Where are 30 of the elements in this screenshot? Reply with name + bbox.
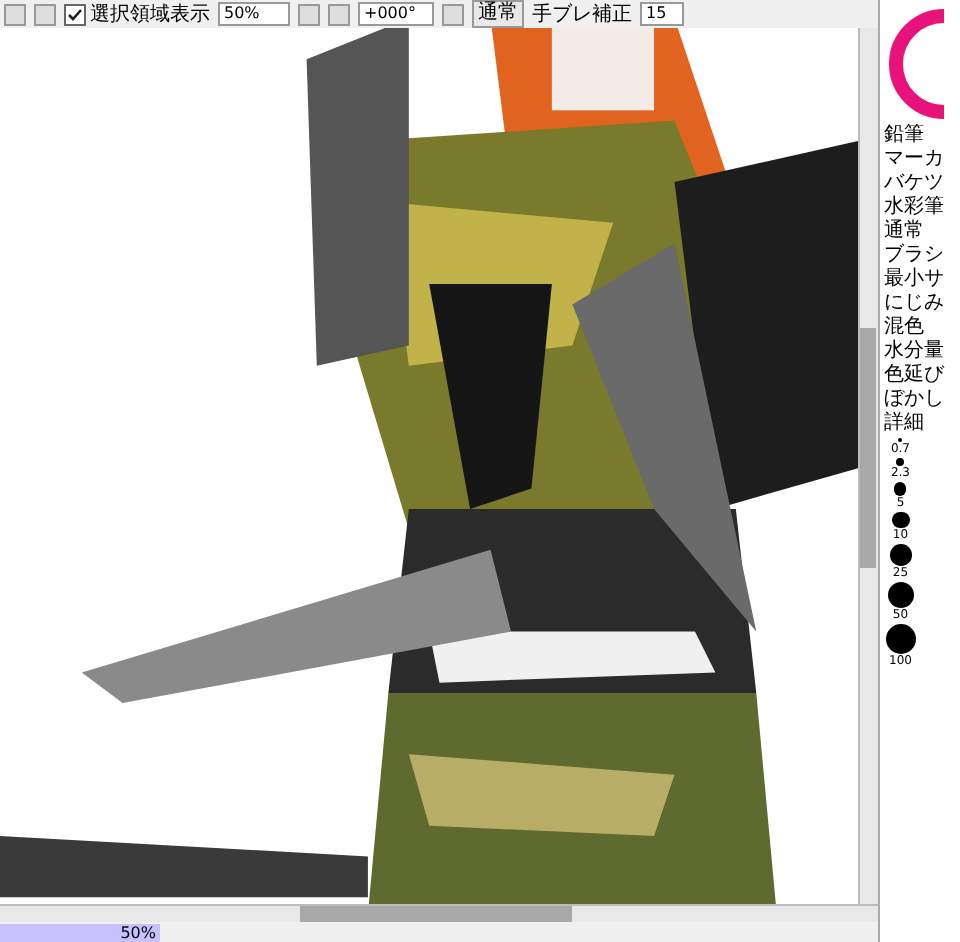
tool-item[interactable]: 鉛筆 — [884, 124, 960, 148]
brush-size-dot[interactable] — [894, 482, 907, 496]
selection-display-checkbox[interactable]: 選択領域表示 — [64, 0, 210, 28]
brush-setting-label: ブラシ — [884, 244, 947, 267]
blend-mode-button[interactable]: 通常 — [472, 0, 524, 28]
brush-size-dot[interactable] — [887, 581, 914, 608]
checkbox-label: 選択領域表示 — [90, 1, 210, 28]
horizontal-scrollbar[interactable] — [0, 904, 879, 922]
vertical-scrollbar[interactable] — [858, 28, 879, 904]
brush-setting-label: にじみ — [884, 292, 947, 316]
brush-setting-label: 詳細 — [884, 412, 927, 436]
brush-setting-label: 通常 — [884, 220, 927, 243]
tool-item[interactable]: マーカ — [884, 148, 960, 172]
stabilizer-field[interactable]: 15 — [640, 2, 684, 26]
brush-setting-label: 混色 — [884, 316, 927, 339]
brush-setting-label: 最小サ — [884, 268, 947, 292]
checkbox[interactable] — [64, 3, 86, 25]
brush-setting-label: 色延び — [884, 364, 947, 388]
rotation-field[interactable]: +000° — [358, 2, 434, 26]
brush-setting-label: 水分量 — [884, 340, 947, 364]
document-tab[interactable]: 50% — [0, 924, 160, 942]
brush-size-dot[interactable] — [885, 623, 916, 655]
brush-size-dot[interactable] — [896, 458, 905, 467]
brush-size-dot[interactable] — [891, 511, 910, 529]
stabilizer-label: 手ブレ補正 — [532, 1, 632, 28]
brush-size-dot[interactable] — [889, 544, 912, 566]
zoom-field[interactable]: 50% — [218, 2, 290, 26]
tool-item[interactable]: バケツ — [884, 172, 960, 196]
brush-setting-label: ぼかし — [884, 388, 947, 411]
tool-item[interactable]: 水彩筆 — [884, 196, 960, 220]
